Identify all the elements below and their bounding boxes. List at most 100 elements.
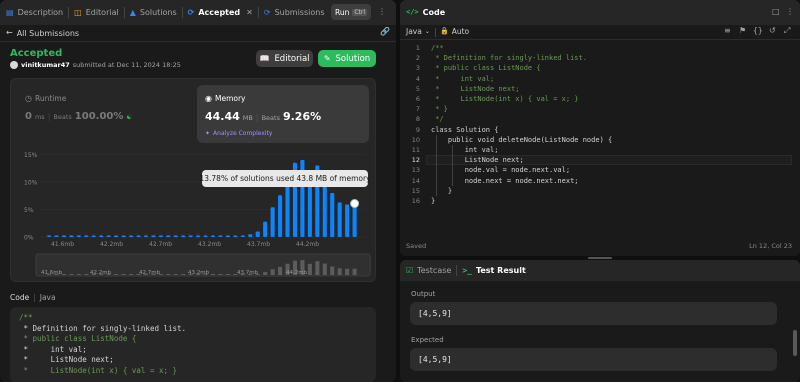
checkbox-icon: ☑ xyxy=(406,265,414,275)
chart-bar[interactable] xyxy=(263,221,268,237)
tab-description[interactable]: ▤ Description xyxy=(0,0,68,25)
chart-bar[interactable] xyxy=(352,204,357,237)
format-icon[interactable]: ≡ xyxy=(724,27,731,35)
chart-bar[interactable] xyxy=(166,235,171,237)
editorial-button[interactable]: 📖 Editorial xyxy=(256,50,313,67)
line-number: 7 xyxy=(415,105,420,114)
chart-bar[interactable] xyxy=(99,235,104,237)
panel-resize-handle[interactable] xyxy=(588,257,612,259)
link-icon[interactable]: 🔗 xyxy=(380,28,390,36)
window-icon[interactable]: □ xyxy=(772,8,780,16)
chart-bar[interactable] xyxy=(188,235,193,237)
chart-bar[interactable] xyxy=(210,235,216,237)
divider xyxy=(435,28,436,37)
overview-bar xyxy=(76,274,81,275)
chart-bar[interactable] xyxy=(136,235,141,237)
x-tick-label: 42.2mb xyxy=(100,241,123,248)
accepted-icon: ⟳ xyxy=(187,7,195,17)
run-button[interactable]: Run Ctrl xyxy=(331,4,371,20)
close-icon[interactable]: ✕ xyxy=(246,8,253,17)
run-shortcut: Ctrl xyxy=(352,8,368,16)
username[interactable]: vinitkumar47 xyxy=(21,61,70,69)
chart-bar[interactable] xyxy=(345,204,350,237)
solution-button[interactable]: ✎ Solution xyxy=(318,50,376,67)
code-line: /** xyxy=(431,44,444,52)
all-submissions-link[interactable]: ← All Submissions xyxy=(6,27,79,39)
chart-bar[interactable] xyxy=(285,178,290,237)
more-icon[interactable]: ⋮ xyxy=(378,8,386,16)
all-submissions-label: All Submissions xyxy=(16,28,80,38)
chart-bar[interactable] xyxy=(196,235,201,237)
chart-bar[interactable] xyxy=(106,235,111,237)
submitted-code-block[interactable]: /** * Definition for singly-linked list.… xyxy=(10,307,376,382)
chart-bar[interactable] xyxy=(248,234,253,237)
description-icon: ▤ xyxy=(6,7,14,17)
submitted-code-line: * ListNode(int x) { val = x; } xyxy=(19,365,178,375)
overview-bar xyxy=(330,266,335,275)
stats-card: ◷ Runtime 0 ms | Beats 100.00% ☯ ◉ Memor… xyxy=(10,78,376,282)
chart-bar[interactable] xyxy=(143,235,148,237)
chart-bar[interactable] xyxy=(278,195,283,237)
chart-bar[interactable] xyxy=(91,235,96,237)
avatar[interactable] xyxy=(10,61,18,69)
tab-code[interactable]: </> Code xyxy=(400,0,450,25)
auto-mode-toggle[interactable]: 🔒 Auto xyxy=(440,27,469,36)
chart-bar[interactable] xyxy=(225,235,230,237)
code-line: * ListNode next; xyxy=(431,84,520,93)
chart-bar[interactable] xyxy=(61,235,67,237)
chart-bar[interactable] xyxy=(240,235,245,237)
line-number: 2 xyxy=(415,54,420,63)
reset-icon[interactable]: ↺ xyxy=(769,27,776,35)
line-number: 15 xyxy=(411,186,420,195)
line-number: 4 xyxy=(415,74,420,83)
overview-bar xyxy=(278,266,283,275)
overview-tick-label: 43.7mb xyxy=(237,270,259,276)
overview-tick-label: 44.2mb xyxy=(286,270,308,276)
chart-bar[interactable] xyxy=(337,202,342,237)
chart-bar[interactable] xyxy=(114,235,119,237)
x-tick-label: 43.7mb xyxy=(247,241,270,248)
line-number: 6 xyxy=(415,95,420,103)
chart-bar[interactable] xyxy=(181,235,186,237)
run-label: Run xyxy=(334,7,350,17)
tab-solutions[interactable]: ▲ Solutions xyxy=(125,0,182,25)
line-number: 3 xyxy=(415,64,420,73)
code-line: * Definition for singly-linked list. xyxy=(431,54,587,63)
line-number: 12 xyxy=(411,156,420,165)
tab-accepted[interactable]: ⟳ Accepted ✕ xyxy=(183,0,258,25)
tab-test-result[interactable]: >_ Test Result xyxy=(457,260,530,281)
chart-bar[interactable] xyxy=(307,179,312,237)
chart-bar[interactable] xyxy=(233,235,238,237)
tab-editorial[interactable]: ◫ Editorial xyxy=(69,0,124,25)
chart-bar[interactable] xyxy=(84,235,89,237)
chart-bar[interactable] xyxy=(218,235,223,237)
chart-bar[interactable] xyxy=(203,235,208,237)
chart-bar[interactable] xyxy=(255,231,260,238)
expand-icon[interactable]: ⤢ xyxy=(784,27,790,35)
language-select[interactable]: Java ⌄ xyxy=(406,27,430,36)
braces-icon[interactable]: {} xyxy=(753,27,763,35)
more-icon[interactable]: ⋮ xyxy=(786,8,794,16)
chart-bar[interactable] xyxy=(151,235,156,237)
tab-submissions[interactable]: ⟳ Submissions xyxy=(259,0,330,25)
editorial-button-label: Editorial xyxy=(274,53,310,64)
x-tick-label: 41.6mb xyxy=(51,241,74,248)
code-editor[interactable]: /** * Definition for singly-linked list.… xyxy=(431,43,791,213)
chart-bar[interactable] xyxy=(47,235,52,237)
chart-bar[interactable] xyxy=(128,235,134,237)
chart-bar[interactable] xyxy=(158,235,163,237)
scrollbar[interactable] xyxy=(793,330,797,356)
tab-testcase[interactable]: ☑ Testcase xyxy=(400,260,456,281)
overview-tick-label: 41.6mb xyxy=(41,270,63,276)
chart-bar[interactable] xyxy=(270,207,275,237)
chart-bar[interactable] xyxy=(173,235,178,237)
chart-bar[interactable] xyxy=(76,235,81,237)
chart-bar[interactable] xyxy=(69,235,74,237)
chart-bar[interactable] xyxy=(330,193,335,237)
chevron-down-icon: ⌄ xyxy=(424,27,430,35)
line-number: 14 xyxy=(411,176,420,185)
bookmark-icon[interactable]: ⚑ xyxy=(739,27,746,35)
chart-bar[interactable] xyxy=(54,235,59,237)
overview-bar xyxy=(270,269,275,275)
chart-bar[interactable] xyxy=(121,235,126,237)
